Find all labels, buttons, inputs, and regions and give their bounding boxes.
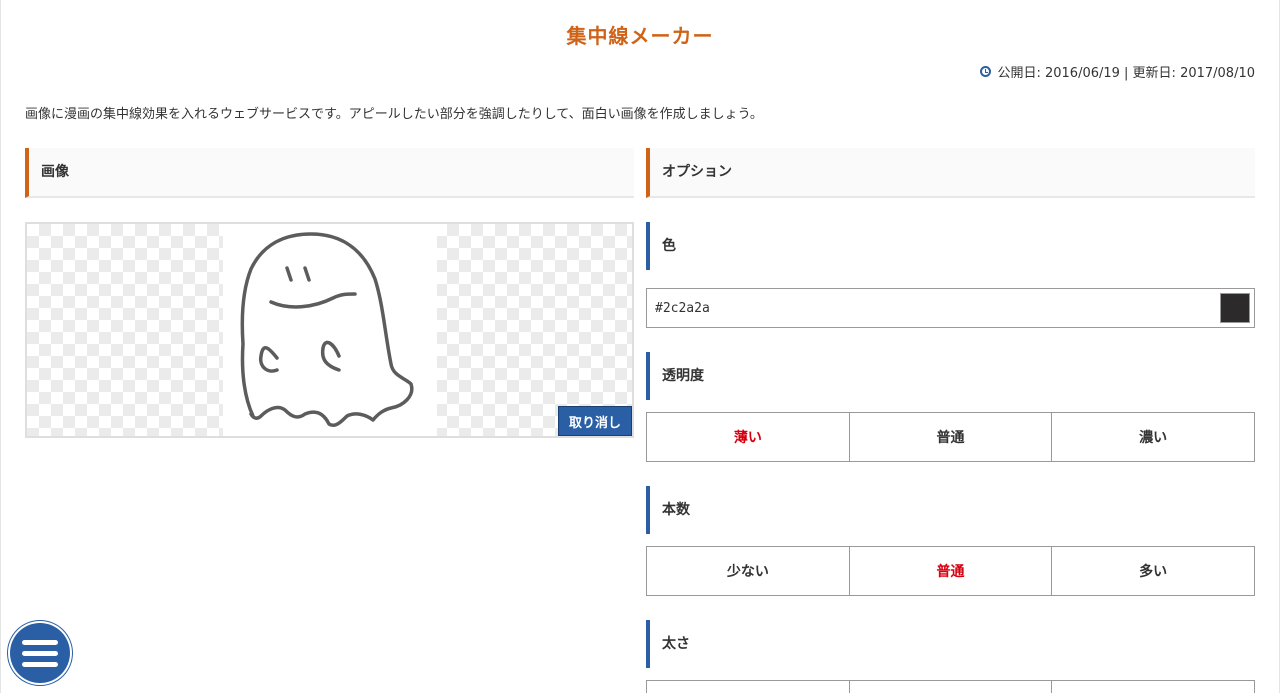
- post-dates: 公開日: 2016/06/19 | 更新日: 2017/08/10: [980, 62, 1255, 81]
- image-canvas[interactable]: [25, 222, 634, 438]
- line-count-option-normal[interactable]: 普通: [849, 547, 1053, 595]
- hamburger-menu-icon: [22, 639, 58, 645]
- thickness-option-2[interactable]: [849, 681, 1053, 693]
- hamburger-line: [22, 661, 58, 667]
- line-count-heading: 本数: [646, 486, 690, 534]
- color-input[interactable]: [655, 300, 1195, 316]
- opacity-option-dark[interactable]: 濃い: [1052, 413, 1255, 461]
- thickness-selector: [646, 680, 1255, 693]
- date-text: 公開日: 2016/06/19 | 更新日: 2017/08/10: [997, 66, 1255, 81]
- color-swatch[interactable]: [1220, 293, 1250, 323]
- thickness-option-3[interactable]: [1052, 681, 1255, 693]
- options-section-heading: オプション: [646, 148, 1255, 198]
- line-count-option-many[interactable]: 多い: [1052, 547, 1255, 595]
- color-field[interactable]: [646, 288, 1255, 328]
- color-heading: 色: [646, 222, 676, 270]
- opacity-selector: 薄い 普通 濃い: [646, 412, 1255, 462]
- thickness-heading: 太さ: [646, 620, 690, 668]
- ghost-drawing: [240, 232, 414, 428]
- page-title: 集中線メーカー: [566, 24, 714, 48]
- opacity-option-light[interactable]: 薄い: [647, 413, 850, 461]
- clock-icon: [980, 66, 992, 77]
- image-section-heading: 画像: [25, 148, 634, 198]
- page-description: 画像に漫画の集中線効果を入れるウェブサービスです。アピールしたい部分を強調したり…: [25, 107, 763, 122]
- uploaded-image: [223, 224, 437, 436]
- line-count-selector: 少ない 普通 多い: [646, 546, 1255, 596]
- menu-button[interactable]: [10, 623, 70, 683]
- thickness-option-1[interactable]: [647, 681, 850, 693]
- opacity-option-normal[interactable]: 普通: [849, 413, 1053, 461]
- hamburger-line: [22, 650, 58, 656]
- undo-button[interactable]: 取り消し: [558, 406, 632, 436]
- opacity-heading: 透明度: [646, 352, 704, 400]
- line-count-option-few[interactable]: 少ない: [647, 547, 850, 595]
